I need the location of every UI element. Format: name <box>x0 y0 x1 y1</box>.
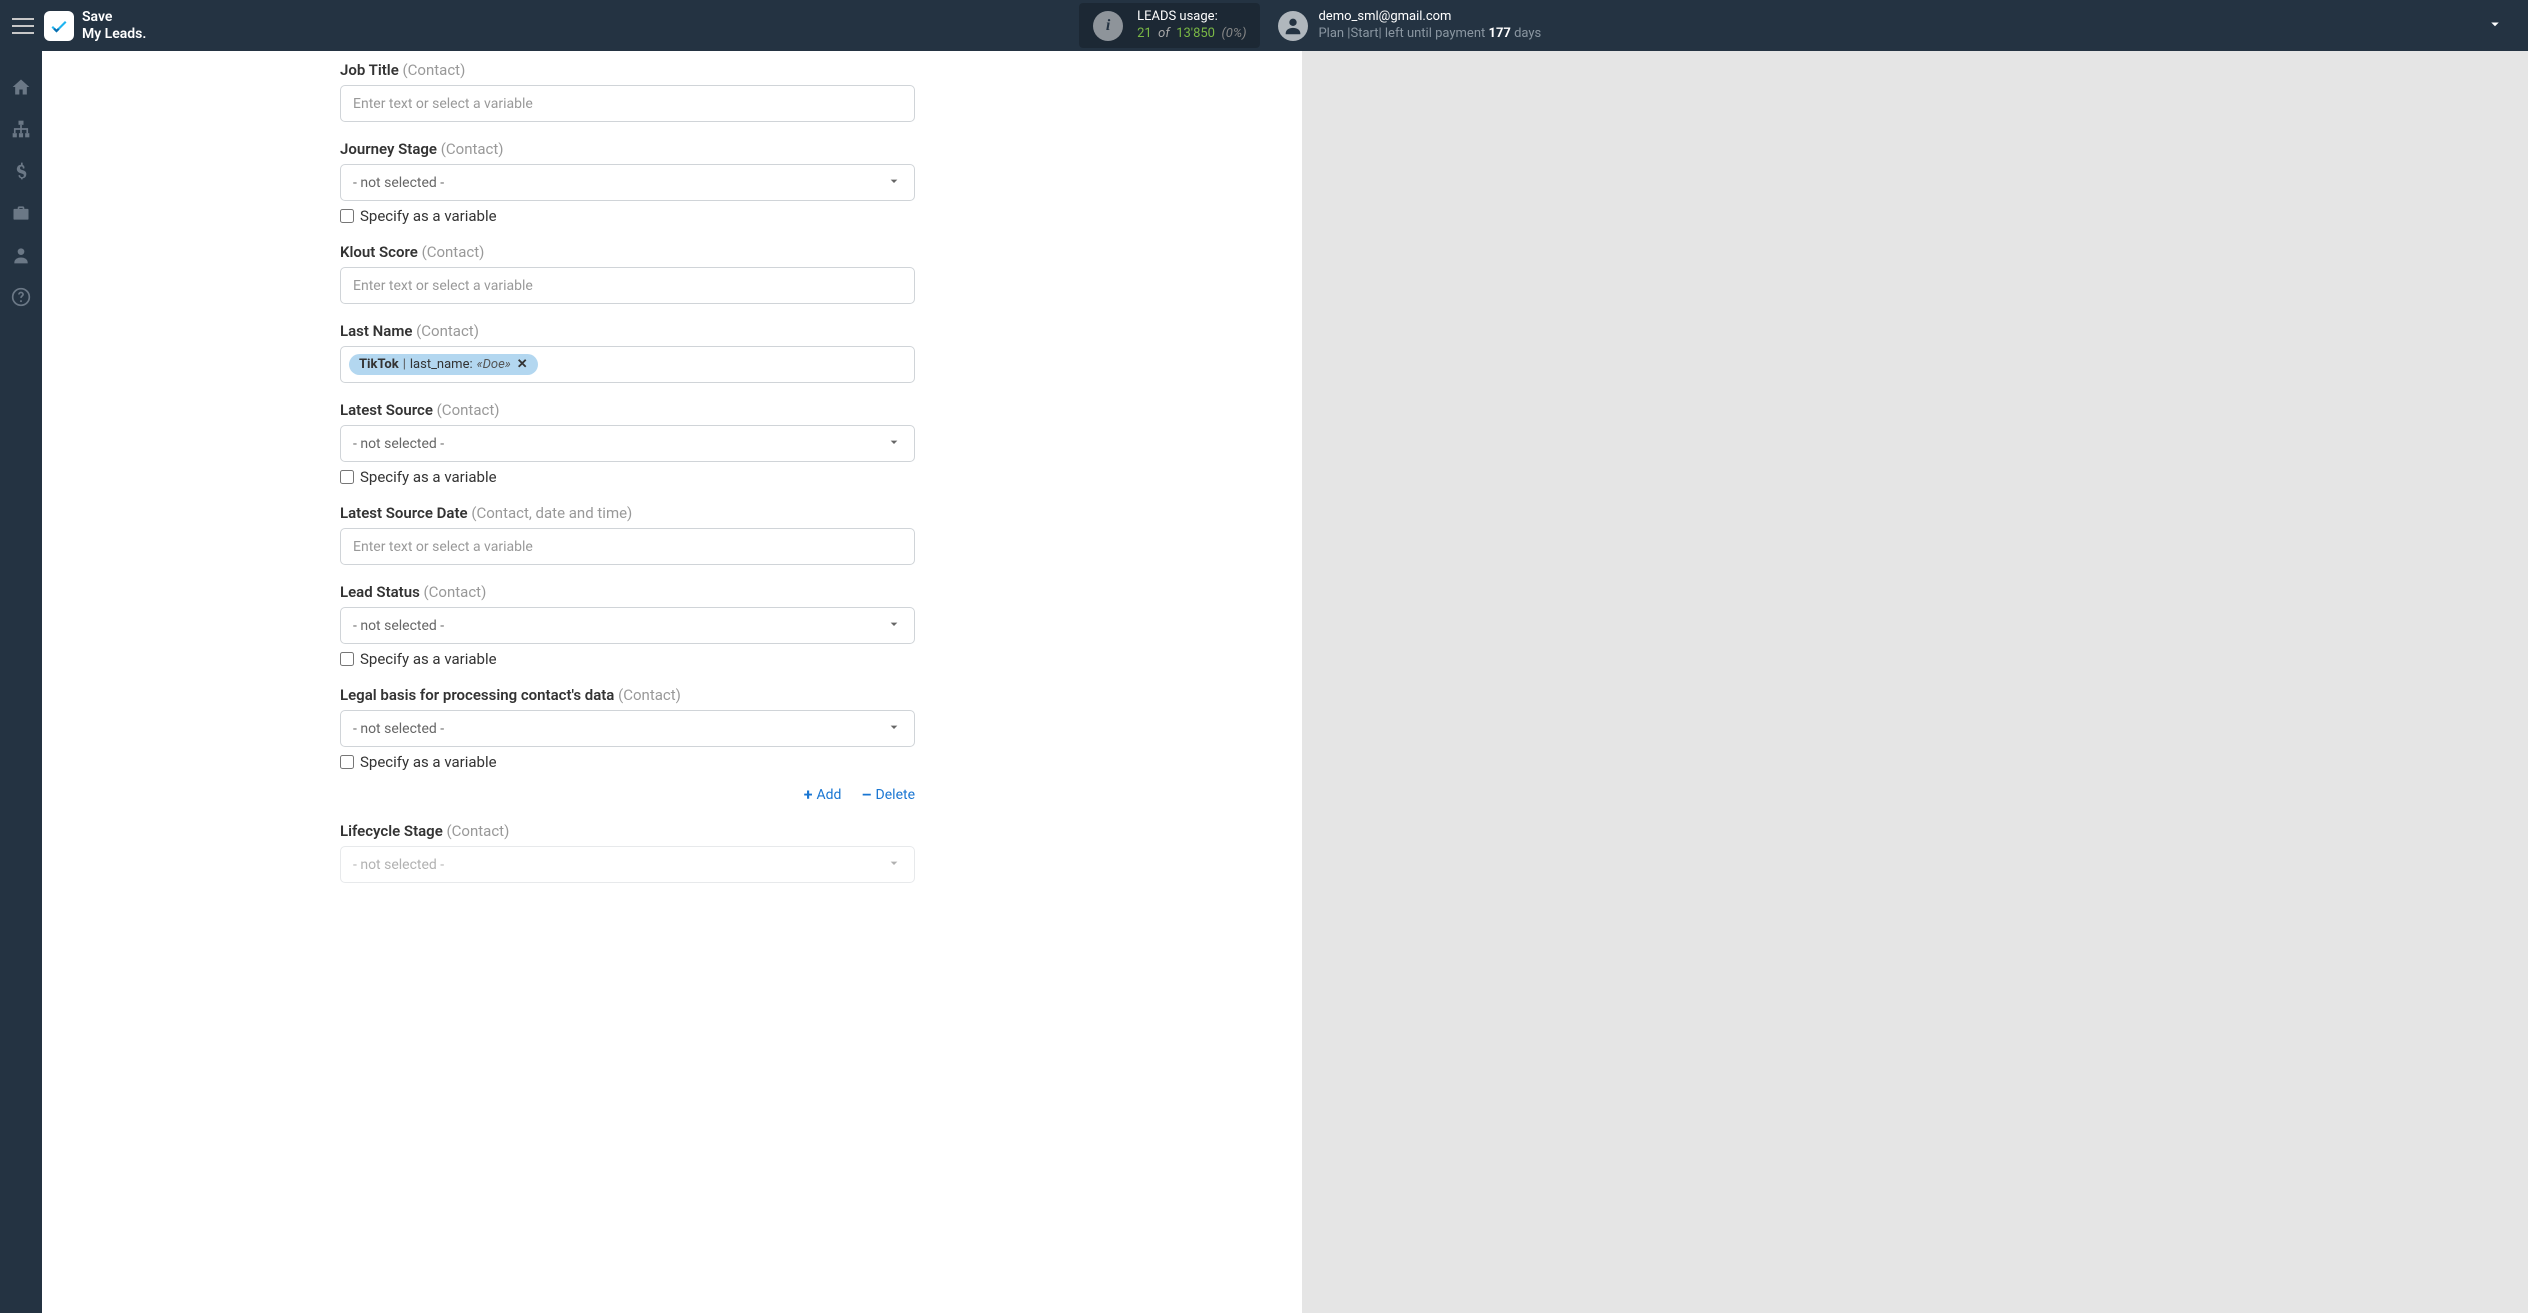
latest-source-specify-row[interactable]: Specify as a variable <box>340 468 1302 486</box>
latest-source-hint: (Contact) <box>437 401 500 419</box>
journey-stage-select[interactable]: - not selected - <box>340 164 915 201</box>
latest-source-specify-label: Specify as a variable <box>360 468 497 486</box>
user-plan: Plan |Start| left until payment 177 days <box>1318 26 1541 43</box>
chevron-down-icon <box>886 434 902 454</box>
delete-button[interactable]: Delete <box>861 785 915 804</box>
info-icon: i <box>1093 11 1123 41</box>
sidebar-home[interactable] <box>9 75 33 99</box>
sidebar-sitemap[interactable] <box>9 117 33 141</box>
lifecycle-stage-label: Lifecycle Stage <box>340 822 443 840</box>
job-title-input[interactable] <box>340 85 915 122</box>
field-latest-source: Latest Source (Contact) - not selected -… <box>340 401 1302 486</box>
field-klout-score: Klout Score (Contact) <box>340 243 1302 304</box>
chip-example: «Doe» <box>477 357 511 372</box>
chip-source: TikTok <box>359 357 399 372</box>
sidebar-billing[interactable] <box>9 159 33 183</box>
klout-score-label: Klout Score <box>340 243 418 261</box>
legal-basis-select[interactable]: - not selected - <box>340 710 915 747</box>
user-email: demo_sml@gmail.com <box>1318 9 1541 26</box>
legal-basis-label: Legal basis for processing contact's dat… <box>340 686 614 704</box>
chevron-down-icon <box>886 719 902 739</box>
lifecycle-stage-select[interactable]: - not selected - <box>340 846 915 883</box>
last-name-input[interactable]: TikTok | last_name: «Doe» ✕ <box>340 346 915 383</box>
field-last-name: Last Name (Contact) TikTok | last_name: … <box>340 322 1302 383</box>
latest-source-date-hint: (Contact, date and time) <box>471 504 632 522</box>
field-lead-status: Lead Status (Contact) - not selected - S… <box>340 583 1302 668</box>
lifecycle-stage-hint: (Contact) <box>447 822 510 840</box>
app-header: Save My Leads. i LEADS usage: 21 of 13'8… <box>0 0 2528 51</box>
klout-score-hint: (Contact) <box>422 243 485 261</box>
header-collapse[interactable] <box>2474 15 2516 37</box>
app-logo[interactable]: Save My Leads. <box>44 9 146 43</box>
user-menu[interactable]: demo_sml@gmail.com Plan |Start| left unt… <box>1278 9 1541 43</box>
lead-status-hint: (Contact) <box>424 583 487 601</box>
usage-label: LEADS usage: <box>1137 9 1246 26</box>
legal-basis-hint: (Contact) <box>618 686 681 704</box>
journey-stage-value: - not selected - <box>353 175 444 191</box>
sidebar-briefcase[interactable] <box>9 201 33 225</box>
lead-status-select[interactable]: - not selected - <box>340 607 915 644</box>
sidebar-help[interactable] <box>9 285 33 309</box>
lead-status-specify-row[interactable]: Specify as a variable <box>340 650 1302 668</box>
latest-source-select[interactable]: - not selected - <box>340 425 915 462</box>
journey-stage-label: Journey Stage <box>340 140 437 158</box>
add-button[interactable]: Add <box>804 785 842 804</box>
last-name-hint: (Contact) <box>416 322 479 340</box>
chip-sep: | <box>403 357 406 372</box>
legal-basis-specify-checkbox[interactable] <box>340 755 354 769</box>
chevron-down-icon <box>886 616 902 636</box>
field-lifecycle-stage: Lifecycle Stage (Contact) - not selected… <box>340 822 1302 883</box>
sidebar <box>0 51 42 1313</box>
usage-values: 21 of 13'850 (0%) <box>1137 26 1246 43</box>
lead-status-specify-checkbox[interactable] <box>340 652 354 666</box>
latest-source-specify-checkbox[interactable] <box>340 470 354 484</box>
form-panel: Job Title (Contact) Journey Stage (Conta… <box>42 51 1302 1313</box>
job-title-hint: (Contact) <box>403 61 466 79</box>
field-actions: Add Delete <box>340 785 915 804</box>
latest-source-date-input[interactable] <box>340 528 915 565</box>
chip-field: last_name: <box>410 357 473 372</box>
chip-remove-icon[interactable]: ✕ <box>517 357 528 372</box>
lead-status-specify-label: Specify as a variable <box>360 650 497 668</box>
lead-status-label: Lead Status <box>340 583 420 601</box>
chevron-down-icon <box>886 855 902 875</box>
field-legal-basis: Legal basis for processing contact's dat… <box>340 686 1302 804</box>
lifecycle-stage-value: - not selected - <box>353 857 444 873</box>
field-latest-source-date: Latest Source Date (Contact, date and ti… <box>340 504 1302 565</box>
legal-basis-specify-row[interactable]: Specify as a variable <box>340 753 1302 771</box>
lead-status-value: - not selected - <box>353 618 444 634</box>
last-name-chip[interactable]: TikTok | last_name: «Doe» ✕ <box>349 354 538 375</box>
klout-score-input[interactable] <box>340 267 915 304</box>
latest-source-value: - not selected - <box>353 436 444 452</box>
legal-basis-specify-label: Specify as a variable <box>360 753 497 771</box>
last-name-label: Last Name <box>340 322 412 340</box>
journey-stage-hint: (Contact) <box>441 140 504 158</box>
logo-text: Save My Leads. <box>82 9 146 43</box>
sidebar-user[interactable] <box>9 243 33 267</box>
menu-toggle[interactable] <box>12 15 34 37</box>
job-title-label: Job Title <box>340 61 399 79</box>
avatar-icon <box>1278 11 1308 41</box>
legal-basis-value: - not selected - <box>353 721 444 737</box>
latest-source-date-label: Latest Source Date <box>340 504 468 522</box>
field-job-title: Job Title (Contact) <box>340 61 1302 122</box>
chevron-down-icon <box>886 173 902 193</box>
journey-stage-specify-checkbox[interactable] <box>340 209 354 223</box>
field-journey-stage: Journey Stage (Contact) - not selected -… <box>340 140 1302 225</box>
journey-stage-specify-label: Specify as a variable <box>360 207 497 225</box>
main-content: Job Title (Contact) Journey Stage (Conta… <box>42 51 2528 1313</box>
check-logo-icon <box>44 11 74 41</box>
journey-stage-specify-row[interactable]: Specify as a variable <box>340 207 1302 225</box>
leads-usage[interactable]: i LEADS usage: 21 of 13'850 (0%) <box>1079 3 1260 49</box>
latest-source-label: Latest Source <box>340 401 433 419</box>
